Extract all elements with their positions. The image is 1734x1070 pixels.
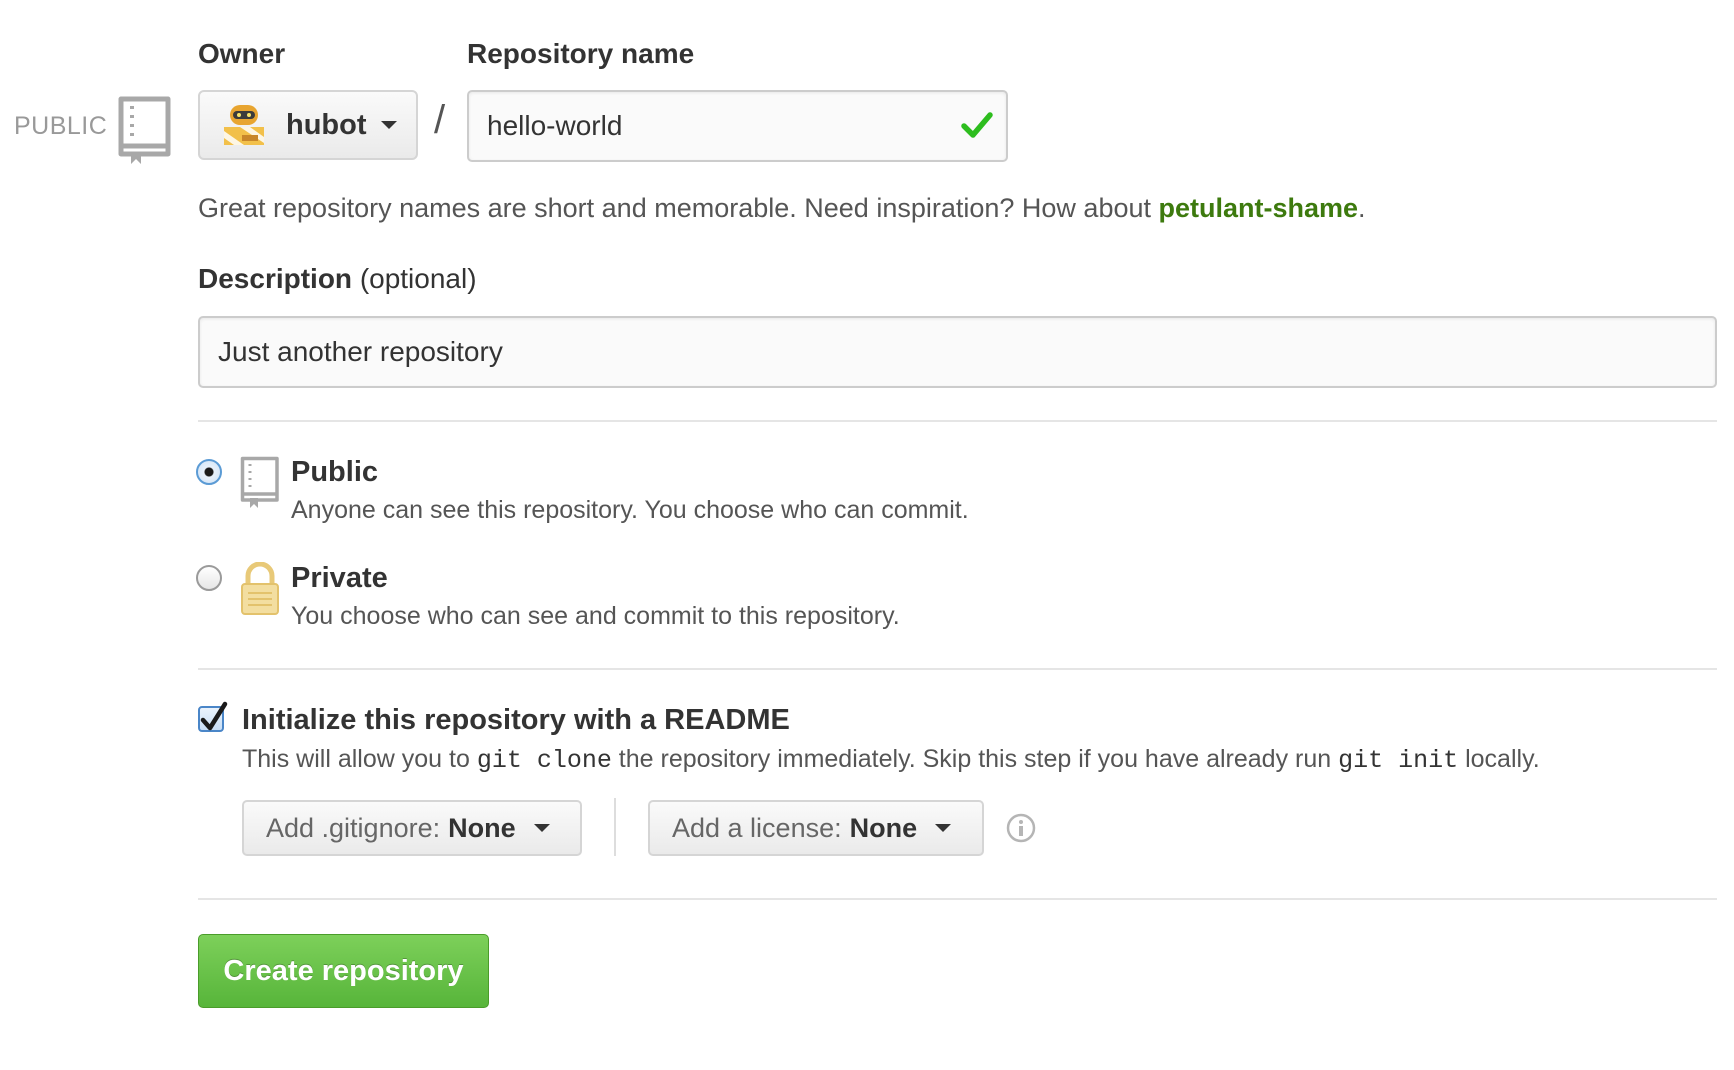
new-repository-form: Owner Repository name PUBLIC hubot / hel… bbox=[0, 0, 1734, 1070]
gitignore-select-button[interactable]: Add .gitignore: None bbox=[242, 800, 582, 856]
repository-name-hint: Great repository names are short and mem… bbox=[198, 193, 1366, 224]
divider bbox=[198, 898, 1717, 900]
owner-heading: Owner bbox=[198, 38, 286, 69]
git-init-code: git init bbox=[1338, 746, 1459, 775]
checkmark-icon bbox=[199, 700, 229, 739]
readme-desc-text: This will allow you to bbox=[242, 745, 477, 773]
description-input[interactable] bbox=[218, 318, 1688, 386]
git-clone-code: git clone bbox=[476, 746, 612, 775]
public-radio[interactable] bbox=[196, 459, 222, 485]
gitignore-label: Add .gitignore: bbox=[266, 812, 441, 843]
chevron-down-icon bbox=[935, 824, 952, 832]
readme-desc-text: locally. bbox=[1458, 745, 1540, 773]
private-radio[interactable] bbox=[196, 565, 222, 591]
public-book-icon bbox=[240, 456, 280, 515]
license-value: None bbox=[849, 812, 918, 843]
info-icon[interactable] bbox=[1006, 813, 1036, 848]
hint-suffix: . bbox=[1358, 193, 1366, 223]
description-label: Description bbox=[198, 263, 353, 294]
public-repo-book-icon bbox=[118, 96, 172, 171]
description-field bbox=[198, 316, 1717, 388]
lock-icon bbox=[240, 561, 280, 621]
readme-option-description: This will allow you to git clone the rep… bbox=[242, 745, 1540, 775]
private-option-description: You choose who can see and commit to thi… bbox=[291, 602, 900, 630]
name-suggestion-link[interactable]: petulant-shame bbox=[1159, 193, 1359, 223]
readme-checkbox[interactable] bbox=[198, 701, 228, 732]
repository-name-field bbox=[467, 90, 1008, 162]
create-repository-button[interactable]: Create repository bbox=[198, 934, 489, 1008]
description-heading: Description (optional) bbox=[198, 263, 477, 295]
gitignore-value: None bbox=[448, 812, 516, 843]
license-select-button[interactable]: Add a license: None bbox=[648, 800, 984, 856]
license-label: Add a license: bbox=[672, 812, 842, 843]
hubot-avatar-icon bbox=[220, 101, 268, 149]
description-optional-label: (optional) bbox=[359, 263, 477, 294]
readme-desc-text: the repository immediately. Skip this st… bbox=[611, 745, 1339, 773]
readme-option-title[interactable]: Initialize this repository with a README bbox=[242, 704, 790, 737]
checkmark-valid-icon bbox=[960, 108, 994, 147]
owner-name: hubot bbox=[286, 108, 367, 141]
select-separator bbox=[614, 798, 616, 856]
visibility-indicator-label: PUBLIC bbox=[14, 112, 108, 140]
public-option-description: Anyone can see this repository. You choo… bbox=[291, 496, 969, 524]
chevron-down-icon bbox=[533, 824, 550, 832]
private-option-title[interactable]: Private bbox=[291, 562, 388, 595]
repository-name-input[interactable] bbox=[487, 92, 927, 160]
owner-select-button[interactable]: hubot bbox=[198, 90, 418, 160]
hint-text: Great repository names are short and mem… bbox=[198, 193, 1159, 223]
owner-repo-separator: / bbox=[434, 98, 446, 142]
divider bbox=[198, 668, 1717, 670]
divider bbox=[198, 420, 1717, 422]
chevron-down-icon bbox=[380, 121, 397, 129]
repository-name-heading: Repository name bbox=[467, 38, 695, 69]
public-option-title[interactable]: Public bbox=[291, 456, 378, 489]
